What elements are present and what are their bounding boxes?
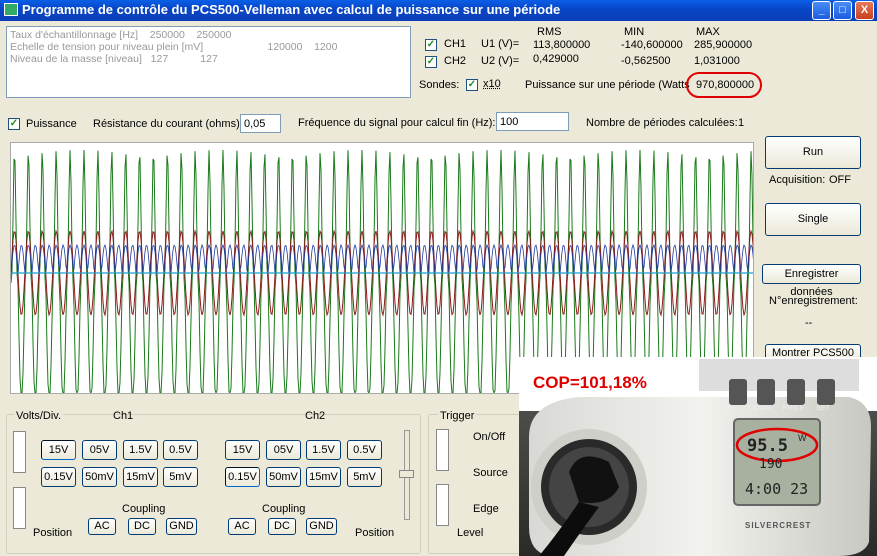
ch1-group-label: Ch1	[113, 410, 134, 422]
ch1-position-label: Position	[33, 527, 73, 539]
ch1-min: -140,600000	[621, 39, 683, 51]
ch1-coupling-label: Coupling	[122, 503, 166, 515]
ch2-checkbox[interactable]: ✓	[425, 56, 437, 68]
ch2-max: 1,031000	[694, 55, 740, 67]
ch2-position-label: Position	[355, 527, 395, 539]
meter-brand: SILVERCREST	[745, 521, 812, 530]
ch1-coupling-ac[interactable]: AC	[88, 518, 116, 535]
ch1-position-slider-bottom[interactable]	[13, 487, 26, 529]
ch2-volts-15v[interactable]: 15V	[225, 440, 260, 460]
x10-label: x10	[483, 78, 501, 90]
trigger-edge-label: Edge	[473, 503, 499, 515]
ch2-min: -0,562500	[621, 55, 671, 67]
ch2-rms: 0,429000	[533, 53, 579, 65]
meter-button-price: PRICE	[782, 405, 805, 412]
save-number-value: --	[805, 317, 813, 329]
trigger-source-label: Source	[473, 467, 508, 479]
periods-label: Nombre de périodes calculées:	[586, 117, 738, 129]
power-period-value: 970,800000	[696, 79, 755, 91]
ch1-volts-05v[interactable]: 05V	[82, 440, 117, 460]
meter-button-up: UP	[724, 405, 734, 412]
single-button[interactable]: Single	[765, 203, 861, 236]
info-line: Niveau de la masse [niveau] 127 127	[10, 53, 218, 65]
rms-header: RMS	[537, 26, 562, 38]
ch1-position-slider-top[interactable]	[13, 431, 26, 473]
trigger-slider-top[interactable]	[436, 429, 449, 471]
app-icon	[4, 3, 18, 16]
trigger-slider-bottom[interactable]	[436, 484, 449, 526]
trigger-level-label: Level	[457, 527, 484, 539]
ch2-name: U2 (V)=	[481, 55, 520, 67]
probes-label: Sondes:	[419, 79, 460, 91]
freq-input[interactable]	[496, 112, 569, 131]
ch1-volts-0.5v[interactable]: 0.5V	[163, 440, 198, 460]
x10-checkbox[interactable]: ✓	[466, 79, 478, 91]
power-checkbox[interactable]: ✓	[8, 118, 20, 130]
ch1-volts-15v[interactable]: 15V	[41, 440, 76, 460]
acquisition-value: OFF	[829, 174, 851, 186]
ch2-volts-0.5v[interactable]: 0.5V	[347, 440, 382, 460]
ch2-volts-1.5v[interactable]: 1.5V	[306, 440, 341, 460]
ch1-checkbox[interactable]: ✓	[425, 39, 437, 51]
resistance-label: Résistance du courant (ohms):	[93, 118, 243, 130]
trigger-label: Trigger	[438, 410, 477, 422]
ch1-rms: 113,800000	[533, 39, 591, 51]
acquisition-label: Acquisition:	[769, 174, 826, 186]
ch2-label: CH2	[444, 55, 467, 67]
ch2-volts-05v[interactable]: 05V	[266, 440, 301, 460]
ch2-coupling-ac[interactable]: AC	[228, 518, 256, 535]
ch2-coupling-dc[interactable]: DC	[268, 518, 296, 535]
ch2-position-thumb[interactable]	[399, 470, 414, 478]
ch2-coupling-gnd[interactable]: GND	[306, 518, 337, 535]
ch2-group-label: Ch2	[305, 410, 326, 422]
run-button[interactable]: Run	[765, 136, 861, 169]
ch1-coupling-gnd[interactable]: GND	[166, 518, 197, 535]
ch1-label: CH1	[444, 38, 467, 50]
ch1-volts-15mv[interactable]: 15mV	[123, 467, 158, 487]
info-line: Taux d'échantillonnage [Hz] 250000 25000…	[10, 29, 232, 41]
meter-voltage: 190	[759, 457, 783, 472]
periods-value: 1	[738, 117, 745, 129]
ch1-volts-50mv[interactable]: 50mV	[82, 467, 117, 487]
resistance-input[interactable]	[240, 114, 281, 133]
ch1-volts-0.15v[interactable]: 0.15V	[41, 467, 76, 487]
ch2-volts-50mv[interactable]: 50mV	[266, 467, 301, 487]
ch2-volts-5mv[interactable]: 5mV	[347, 467, 382, 487]
minimize-button[interactable]: _	[812, 1, 831, 20]
meter-button-set: SET	[816, 405, 830, 412]
meter-time: 4:00 23	[745, 480, 809, 498]
meter-button-down: DOWN	[748, 405, 771, 412]
freq-label: Fréquence du signal pour calcul fin (Hz)…	[298, 117, 496, 129]
ch2-volts-0.15v[interactable]: 0.15V	[225, 467, 260, 487]
info-line: Echelle de tension pour niveau plein [mV…	[10, 41, 338, 53]
meter-unit: W	[798, 433, 807, 443]
meter-power-reading: 95.5	[747, 436, 788, 456]
close-button[interactable]: X	[855, 1, 874, 20]
trigger-onoff-label: On/Off	[473, 431, 506, 443]
power-label: Puissance	[26, 118, 77, 130]
save-number-label: N°enregistrement:	[769, 295, 858, 307]
info-textarea[interactable]: Taux d'échantillonnage [Hz] 250000 25000…	[6, 26, 411, 98]
ch1-coupling-dc[interactable]: DC	[128, 518, 156, 535]
volts-div-label: Volts/Div.	[14, 410, 64, 422]
ch1-volts-5mv[interactable]: 5mV	[163, 467, 198, 487]
ch2-volts-15mv[interactable]: 15mV	[306, 467, 341, 487]
maximize-button[interactable]: □	[833, 1, 852, 20]
meter-buttons-row: UP DOWN PRICE SET	[724, 405, 844, 412]
ch1-volts-1.5v[interactable]: 1.5V	[123, 440, 158, 460]
cop-label: COP=101,18%	[533, 373, 647, 392]
wattmeter-photo: COP=101,18% UP DOWN PRICE SET 95.5 W 190…	[519, 357, 877, 556]
max-header: MAX	[696, 26, 720, 38]
ch1-max: 285,900000	[694, 39, 753, 51]
power-period-label: Puissance sur une période (Watts	[525, 79, 690, 91]
ch1-name: U1 (V)=	[481, 38, 520, 50]
save-data-button[interactable]: Enregistrer données	[762, 264, 861, 298]
window-title: Programme de contrôle du PCS500-Velleman…	[22, 2, 561, 17]
min-header: MIN	[624, 26, 645, 38]
ch2-coupling-label: Coupling	[262, 503, 306, 515]
